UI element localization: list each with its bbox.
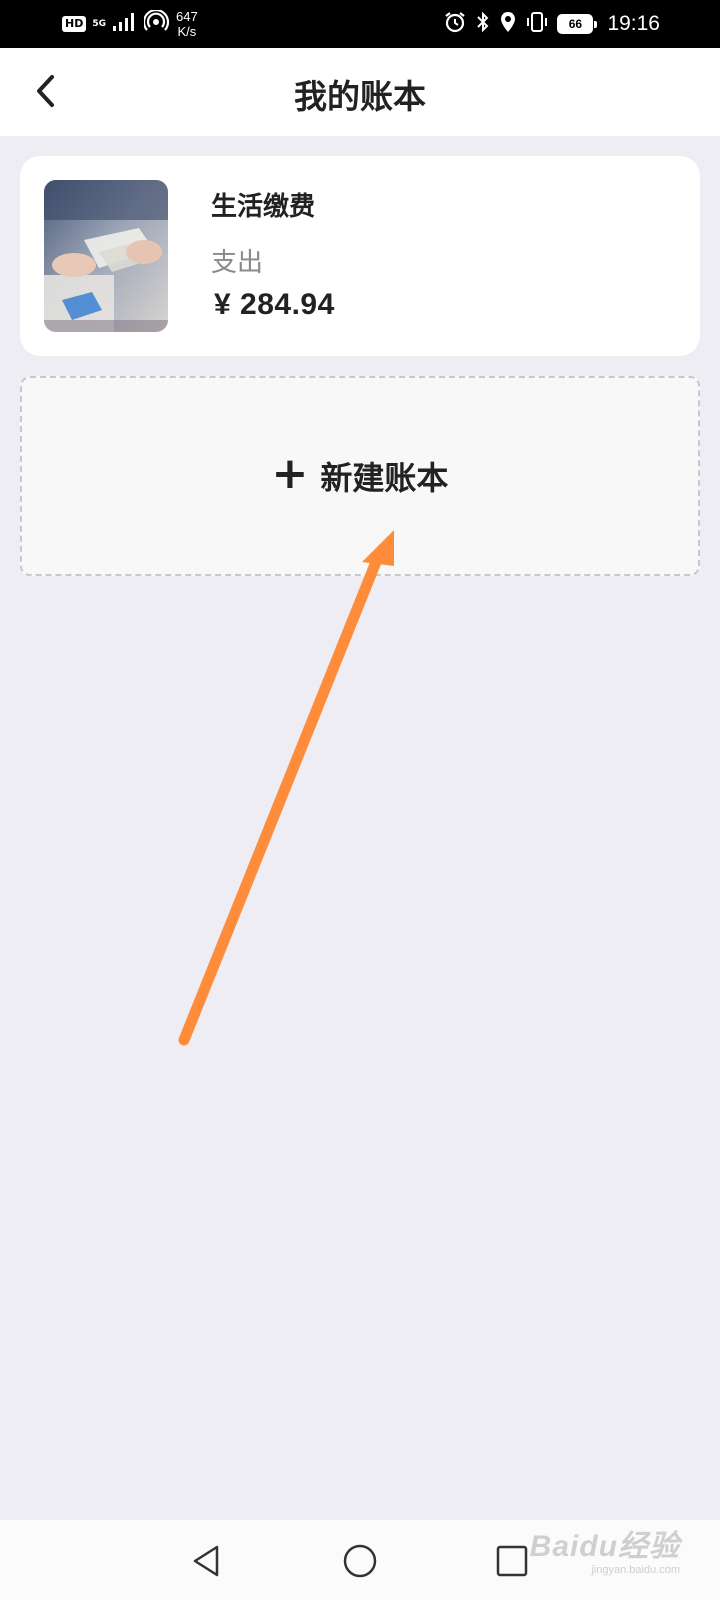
signal-icon: [112, 12, 138, 36]
app-header: 我的账本: [0, 48, 720, 136]
vibrate-icon: [525, 10, 549, 38]
status-left: HD 5G 647 K/s: [62, 8, 198, 40]
battery-icon: 66: [557, 14, 598, 34]
page-title: 我的账本: [294, 77, 426, 116]
alarm-icon: [443, 10, 467, 38]
ledger-card[interactable]: 生活缴费 支出 ¥ 284.94: [20, 156, 700, 356]
net-speed-unit: K/s: [177, 24, 197, 39]
watermark-logo: Baidu经验: [529, 1530, 680, 1563]
plus-icon: +: [271, 448, 309, 499]
ledger-amount: ¥ 284.94: [214, 288, 335, 321]
hd-badge: HD: [62, 16, 87, 32]
status-bar: HD 5G 647 K/s 66 19:16: [0, 0, 720, 48]
location-icon: [499, 10, 517, 38]
bluetooth-icon: [475, 10, 491, 38]
circle-home-icon: [343, 1544, 377, 1578]
network-type: 5G: [92, 19, 106, 29]
net-speed: 647 K/s: [176, 9, 198, 39]
nav-home-button[interactable]: [335, 1536, 385, 1586]
ledger-cover-image: [44, 180, 168, 332]
watermark: Baidu经验 jingyan.baidu.com: [530, 1531, 680, 1577]
clock: 19:16: [607, 12, 660, 35]
new-ledger-label: 新建账本: [320, 459, 449, 497]
net-speed-value: 647: [176, 9, 198, 24]
status-right: 66 19:16: [443, 8, 660, 40]
nav-back-button[interactable]: [181, 1536, 231, 1586]
ledger-name: 生活缴费: [211, 192, 316, 222]
watermark-url: jingyan.baidu.com: [591, 1564, 680, 1576]
new-ledger-button[interactable]: + 新建账本: [20, 376, 700, 576]
triangle-back-icon: [193, 1545, 219, 1577]
square-recents-icon: [496, 1545, 528, 1577]
hotspot-icon: [142, 8, 170, 38]
ledger-type: 支出: [211, 248, 264, 278]
